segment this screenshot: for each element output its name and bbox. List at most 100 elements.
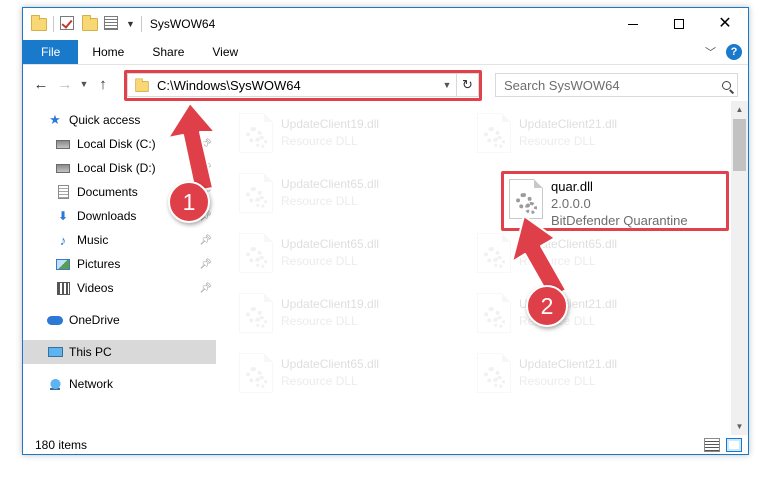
sidebar-item-music[interactable]: ♪ Music 📌︎	[23, 228, 216, 252]
file-item[interactable]: UpdateClient65.dll Resource DLL	[467, 227, 697, 281]
divider	[140, 16, 142, 32]
file-type: Resource DLL	[281, 374, 358, 388]
sidebar-item-label: Local Disk (D:)	[77, 161, 156, 175]
sidebar-item-network[interactable]: Network	[23, 372, 216, 396]
file-list: UpdateClient19.dll Resource DLL UpdateCli…	[229, 101, 733, 430]
documents-icon	[55, 184, 71, 200]
tab-view[interactable]: View	[198, 40, 252, 64]
maximize-button[interactable]	[656, 8, 702, 40]
scroll-up-arrow-icon[interactable]: ▲	[731, 101, 748, 118]
file-name: UpdateClient65.dll	[519, 237, 618, 251]
up-button[interactable]: ↑	[91, 72, 115, 96]
dll-file-icon	[239, 233, 273, 273]
file-item[interactable]: UpdateClient19.dll Resource DLL	[229, 287, 459, 341]
file-item[interactable]: UpdateClient21.dllResource DLL	[467, 107, 697, 161]
pictures-icon	[55, 256, 71, 272]
drive-icon	[55, 160, 71, 176]
search-box[interactable]: Search SysWOW64	[495, 73, 738, 97]
sidebar-item-label: Quick access	[69, 113, 141, 127]
minimize-icon	[628, 23, 638, 25]
forward-button[interactable]: →	[53, 72, 77, 96]
drive-icon	[55, 136, 71, 152]
expand-ribbon-chevron-icon[interactable]: ﹀	[705, 44, 716, 60]
tab-home[interactable]: Home	[78, 40, 138, 64]
back-arrow-icon: ←	[33, 75, 49, 93]
sidebar-item-local-disk-c[interactable]: Local Disk (C:) 📌︎	[23, 132, 216, 156]
sidebar-item-label: Music	[77, 233, 109, 247]
sidebar-item-pictures[interactable]: Pictures 📌︎	[23, 252, 216, 276]
pin-icon[interactable]: 📌︎	[199, 235, 212, 246]
maximize-icon	[674, 19, 684, 29]
sidebar-item-label: Network	[69, 377, 114, 391]
tab-file[interactable]: File	[23, 40, 79, 64]
onedrive-icon	[47, 312, 63, 328]
file-type: Resource DLL	[281, 254, 358, 268]
dll-file-icon	[239, 293, 273, 333]
search-input[interactable]: Search SysWOW64	[504, 78, 715, 93]
file-item[interactable]: UpdateClient19.dll Resource DLL	[229, 107, 459, 161]
network-icon	[47, 376, 63, 392]
window-controls: ✕	[610, 8, 748, 40]
help-icon[interactable]: ?	[726, 44, 742, 60]
tab-share[interactable]: Share	[138, 40, 198, 64]
dll-file-icon	[477, 293, 511, 333]
file-name: UpdateClient65.dll	[281, 177, 380, 191]
sidebar-item-label: Downloads	[77, 209, 137, 223]
scroll-down-arrow-icon[interactable]: ▼	[731, 418, 748, 435]
sidebar-item-this-pc[interactable]: This PC	[23, 340, 216, 364]
back-button[interactable]: ←	[29, 72, 53, 96]
file-type: Resource DLL	[519, 374, 596, 388]
file-name: UpdateClient65.dll	[281, 237, 380, 251]
forward-arrow-icon: →	[57, 75, 73, 93]
properties-check-icon[interactable]	[60, 16, 76, 32]
quick-access-toolbar: ▼	[23, 8, 148, 40]
file-type: Resource DLL	[281, 134, 358, 148]
file-name: UpdateClient19.dll	[281, 297, 380, 311]
sidebar-item-onedrive[interactable]: OneDrive	[23, 308, 216, 332]
pin-icon[interactable]: 📌︎	[199, 259, 212, 270]
ribbon-tabs: File Home Share View ﹀ ?	[23, 40, 748, 65]
star-icon: ★	[49, 112, 61, 127]
file-item[interactable]: UpdateClient65.dll Resource DLL	[229, 227, 459, 281]
pin-icon[interactable]: 📌︎	[199, 139, 212, 150]
explorer-window: ▼ SysWOW64 ✕ File Home Share View ﹀ ? ← …	[22, 7, 749, 455]
file-type: Resource DLL	[519, 254, 596, 268]
file-name: UpdateClient65.dll	[281, 357, 380, 371]
sidebar-item-label: Videos	[77, 281, 114, 295]
large-icons-view-icon[interactable]	[726, 438, 742, 452]
dll-file-icon	[477, 113, 511, 153]
sidebar-item-videos[interactable]: Videos 📌︎	[23, 276, 216, 300]
close-button[interactable]: ✕	[702, 8, 748, 40]
vertical-scrollbar[interactable]: ▲ ▼	[731, 101, 748, 435]
customize-toolbar-chevron-icon[interactable]: ▼	[126, 19, 135, 29]
scrollbar-thumb[interactable]	[733, 119, 746, 171]
sidebar-item-quick-access[interactable]: ★ Quick access	[23, 108, 216, 132]
search-icon[interactable]	[715, 74, 737, 96]
address-bar-highlight	[124, 70, 482, 101]
window-title: SysWOW64	[149, 17, 216, 31]
file-name: UpdateClient21.dll	[519, 357, 618, 371]
dll-file-icon	[239, 353, 273, 393]
file-item[interactable]: UpdateClient65.dll Resource DLL	[229, 347, 459, 401]
sidebar-item-label: Local Disk (C:)	[77, 137, 156, 151]
file-item[interactable]: UpdateClient21.dll Resource DLL	[467, 347, 697, 401]
view-buttons	[698, 438, 742, 452]
file-item[interactable]: UpdateClient65.dll Resource DLL	[229, 167, 459, 221]
divider	[53, 16, 54, 32]
dll-file-icon	[239, 173, 273, 213]
file-name: UpdateClient21.dll	[519, 117, 618, 131]
details-view-icon[interactable]	[704, 438, 720, 452]
pin-icon[interactable]: 📌︎	[199, 283, 212, 294]
quar-dll-highlight	[501, 171, 729, 231]
new-folder-icon[interactable]	[82, 15, 98, 32]
navigation-pane: ★ Quick access Local Disk (C:) 📌︎ Local …	[23, 108, 216, 428]
sidebar-item-local-disk-d[interactable]: Local Disk (D:) 📌︎	[23, 156, 216, 180]
minimize-button[interactable]	[610, 8, 656, 40]
sidebar-item-label: Pictures	[77, 257, 121, 271]
pin-icon[interactable]: 📌︎	[199, 163, 212, 174]
file-item[interactable]: UpdateClient21.dllResource DLL	[467, 287, 697, 341]
dll-file-icon	[477, 233, 511, 273]
properties-icon[interactable]	[104, 16, 120, 32]
dll-file-icon	[239, 113, 273, 153]
recent-locations-button[interactable]: ▼	[77, 72, 91, 96]
